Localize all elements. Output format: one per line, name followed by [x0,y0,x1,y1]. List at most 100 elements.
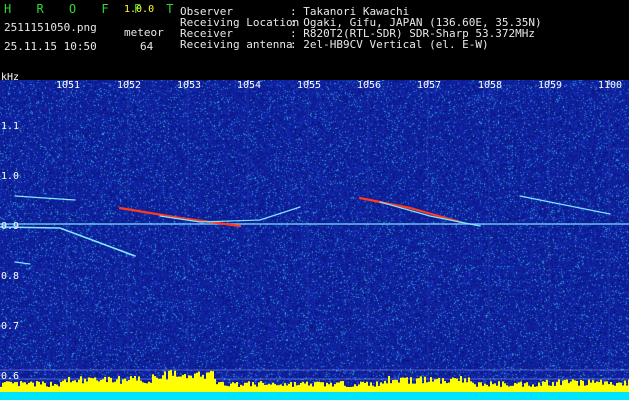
signal-bar [62,380,64,392]
x-tick-label: 1053 [177,80,202,91]
signal-bar [284,383,286,392]
signal-bar [560,385,562,392]
signal-bar [316,381,318,392]
timestamp: 25.11.15 10:50 [4,40,97,53]
signal-bar [362,381,364,392]
signal-bar [502,381,504,392]
signal-bar [78,379,80,392]
signal-bar [582,380,584,392]
mode-label: meteor [124,26,164,39]
signal-bar [146,383,148,392]
signal-bar [134,376,136,392]
signal-bar [160,378,162,392]
spectrogram-overlay [0,80,629,400]
signal-bar [320,382,322,392]
signal-bar [430,377,432,392]
signal-bar [194,373,196,392]
signal-bar [566,379,568,392]
signal-bar [180,376,182,392]
signal-bar [52,385,54,392]
signal-bar [4,382,6,392]
signal-bar [578,385,580,392]
signal-bar [212,371,214,392]
signal-bar [352,386,354,392]
signal-bar [294,381,296,392]
y-tick-label: 1.1 [1,121,20,132]
signal-bar [140,380,142,392]
signal-bar [516,383,518,392]
signal-bar [464,378,466,392]
signal-bar [80,376,82,392]
signal-bar [522,386,524,392]
signal-bar [332,386,334,392]
signal-bar [496,385,498,392]
signal-bar [414,383,416,392]
signal-bar [606,381,608,392]
signal-bar [84,378,86,392]
signal-bar [450,378,452,392]
signal-bar [552,382,554,392]
x-tick-label: 1059 [538,80,563,91]
signal-bar [338,382,340,392]
signal-bar [348,386,350,392]
signal-bars [0,370,629,400]
signal-bar [158,378,160,392]
signal-bar [544,381,546,392]
signal-bar [556,381,558,392]
signal-bar [246,382,248,392]
signal-bar [334,384,336,392]
signal-bar [404,377,406,392]
signal-bar [242,385,244,392]
signal-bar [176,376,178,392]
signal-bar [482,385,484,392]
signal-bar [538,382,540,392]
signal-bar [508,386,510,392]
signal-bar [278,385,280,392]
signal-bar [280,384,282,392]
x-tick-label: 1056 [357,80,382,91]
signal-bar [602,384,604,392]
signal-bar [192,378,194,392]
signal-bar [2,382,4,392]
signal-bar [326,382,328,392]
signal-bar [254,384,256,392]
signal-bar [44,383,46,392]
signal-bar [272,382,274,392]
signal-bar [382,383,384,392]
signal-bar [82,383,84,392]
signal-bar [492,384,494,392]
signal-bar [588,379,590,392]
signal-bar [276,385,278,392]
signal-bar [378,385,380,392]
signal-bar [26,384,28,392]
signal-bar [270,384,272,392]
signal-bar [346,386,348,392]
signal-bar [546,379,548,392]
signal-bar [154,376,156,392]
signal-bar [528,385,530,392]
app-version: 1.0.0 [124,4,155,15]
signal-bar [128,379,130,392]
signal-bar [402,377,404,392]
meteor-echoes [0,195,629,265]
signal-bar [472,382,474,392]
signal-bar [620,382,622,392]
x-tick-label: 1058 [478,80,503,91]
signal-bar [296,385,298,392]
signal-bar [60,381,62,392]
signal-bar [86,381,88,392]
signal-bar [302,381,304,392]
signal-bar [364,382,366,392]
signal-bar [610,382,612,392]
signal-bar [114,381,116,392]
signal-bar [432,381,434,392]
signal-bar [342,381,344,392]
signal-bar [108,376,110,392]
signal-bar [322,382,324,392]
signal-bar [40,384,42,392]
signal-bar [298,384,300,392]
echo-1 [0,226,136,257]
signal-bar [136,380,138,392]
signal-bar [268,384,270,392]
signal-bar [438,377,440,392]
